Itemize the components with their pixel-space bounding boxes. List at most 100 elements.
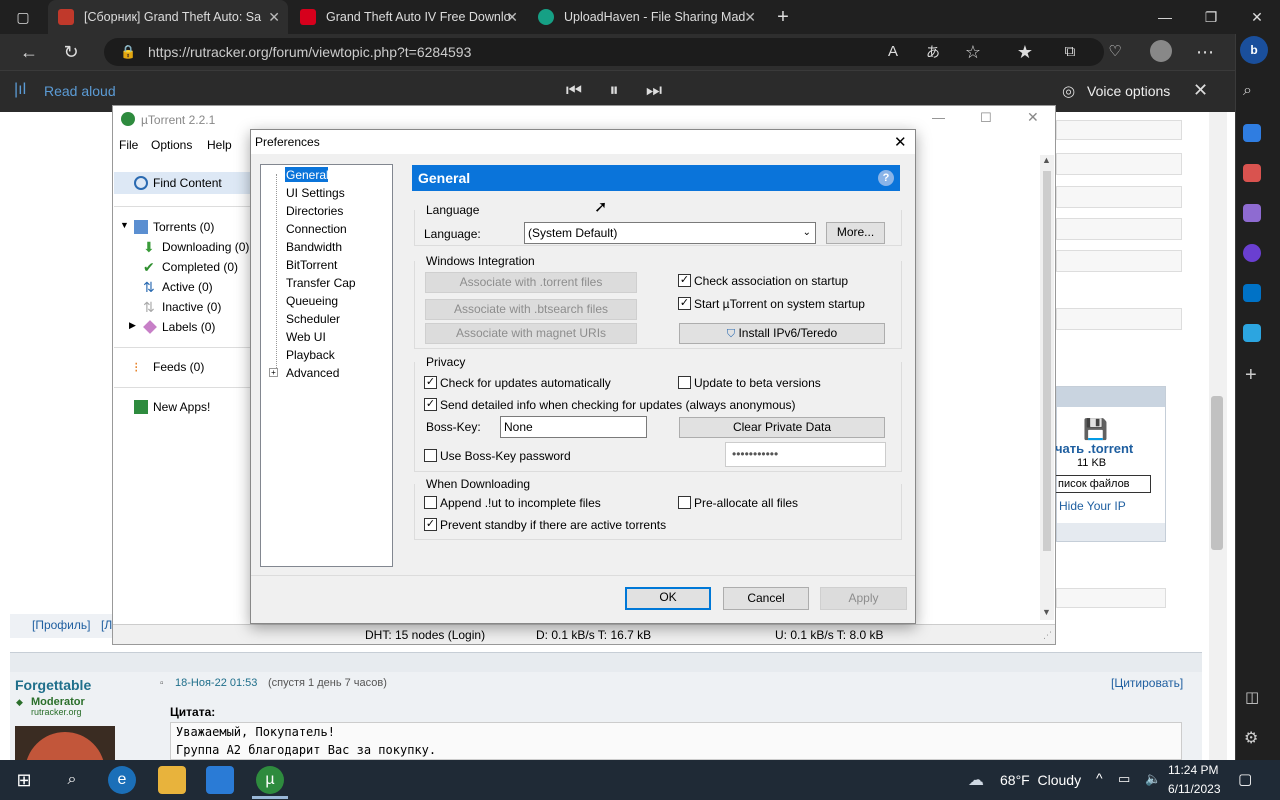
new-apps-item[interactable]: New Apps!	[134, 400, 210, 414]
inactive-item[interactable]: ⇅ Inactive (0)	[143, 300, 221, 314]
tree-scheduler[interactable]: Scheduler	[286, 311, 340, 327]
windows-start-icon[interactable]: ⊞	[10, 766, 38, 794]
beta-updates-checkbox[interactable]	[678, 376, 691, 389]
tree-bittorrent[interactable]: BitTorrent	[286, 257, 337, 273]
completed-item[interactable]: ✔ Completed (0)	[143, 260, 238, 274]
close-tab-icon[interactable]: ✕	[744, 9, 756, 26]
boss-key-password-input[interactable]: •••••••••••	[725, 442, 886, 467]
bing-icon[interactable]: b	[1240, 36, 1268, 64]
ut-maximize-icon[interactable]: ☐	[980, 110, 992, 126]
scrollbar-thumb[interactable]	[1211, 396, 1223, 550]
prevent-standby-checkbox[interactable]: ✓	[424, 518, 437, 531]
read-aloud-icon[interactable]: A	[878, 34, 908, 70]
active-item[interactable]: ⇅ Active (0)	[143, 280, 213, 294]
volume-icon[interactable]: 🔈	[1145, 771, 1161, 787]
post-username[interactable]: Forgettable	[15, 677, 91, 693]
pause-icon[interactable]: ⏸	[599, 72, 629, 108]
weather-text[interactable]: 68°F Cloudy	[1000, 772, 1081, 788]
close-window-icon[interactable]: ✕	[1242, 0, 1272, 34]
download-torrent-link[interactable]: чать .torrent	[1055, 441, 1133, 456]
restore-icon[interactable]: ❐	[1196, 0, 1226, 34]
taskbar-search-icon[interactable]: ⌕	[58, 766, 86, 794]
url-field[interactable]: 🔒 https://rutracker.org/forum/viewtopic.…	[104, 38, 1104, 66]
clock-date[interactable]: 6/11/2023	[1168, 782, 1221, 796]
apply-button[interactable]: Apply	[820, 587, 907, 610]
scroll-up-icon[interactable]: ▲	[1042, 155, 1051, 165]
close-tab-icon[interactable]: ✕	[506, 9, 518, 26]
boss-key-input[interactable]: None	[500, 416, 647, 438]
search-icon[interactable]: ⌕	[1243, 82, 1252, 100]
voice-options-icon[interactable]: ◎	[1062, 82, 1075, 100]
notification-icon[interactable]: ▢	[1238, 770, 1252, 788]
minimize-icon[interactable]: —	[1150, 0, 1180, 34]
tree-general[interactable]: General	[286, 167, 329, 183]
associate-torrent-button[interactable]: Associate with .torrent files	[425, 272, 637, 293]
downloading-item[interactable]: ⬇ Downloading (0)	[143, 240, 249, 254]
expand-torrents-icon[interactable]: ▼	[120, 220, 129, 230]
tree-playback[interactable]: Playback	[286, 347, 335, 363]
preallocate-checkbox[interactable]	[678, 496, 691, 509]
menu-file[interactable]: File	[119, 138, 138, 152]
pm-link[interactable]: [Л	[101, 618, 112, 632]
favorite-star-icon[interactable]: ☆	[958, 34, 988, 70]
performance-icon[interactable]: ♡	[1100, 34, 1130, 70]
previous-icon[interactable]: ⏮	[559, 72, 589, 108]
language-select[interactable]: (System Default) ⌄	[524, 222, 816, 244]
read-aloud-label[interactable]: Read aloud	[44, 83, 116, 99]
tree-bandwidth[interactable]: Bandwidth	[286, 239, 342, 255]
associate-btsearch-button[interactable]: Associate with .btsearch files	[425, 299, 637, 320]
post-date[interactable]: 18-Ноя-22 01:53	[175, 677, 257, 689]
feeds-item[interactable]: ⁝ Feeds (0)	[134, 360, 204, 374]
sidebar-panel-icon[interactable]: ◫	[1245, 688, 1259, 706]
voice-options-button[interactable]: Voice options	[1087, 83, 1170, 99]
more-languages-button[interactable]: More...	[826, 222, 885, 244]
page-scrollbar[interactable]	[1209, 112, 1227, 760]
append-lut-checkbox[interactable]	[424, 496, 437, 509]
expand-advanced-icon[interactable]: +	[269, 368, 278, 377]
close-tab-icon[interactable]: ✕	[268, 9, 280, 26]
tree-connection[interactable]: Connection	[286, 221, 347, 237]
close-read-aloud-icon[interactable]: ✕	[1193, 80, 1208, 101]
browser-tab-3[interactable]: UploadHaven - File Sharing Mad ✕	[528, 0, 764, 34]
tree-transfer-cap[interactable]: Transfer Cap	[286, 275, 356, 291]
shopping-icon[interactable]	[1243, 124, 1261, 142]
install-ipv6-button[interactable]: ⛉ Install IPv6/Teredo	[679, 323, 885, 344]
office-icon[interactable]	[1243, 244, 1261, 262]
profile-link[interactable]: [Профиль]	[32, 618, 90, 632]
expand-labels-icon[interactable]: ▶	[129, 320, 136, 331]
associate-magnet-button[interactable]: Associate with magnet URIs	[425, 323, 637, 344]
favorites-icon[interactable]: ★	[1010, 34, 1040, 70]
games-icon[interactable]	[1243, 204, 1261, 222]
cancel-button[interactable]: Cancel	[723, 587, 809, 610]
check-association-checkbox[interactable]: ✓	[678, 274, 691, 287]
ut-scrollbar-thumb[interactable]	[1043, 171, 1051, 551]
menu-options[interactable]: Options	[151, 138, 192, 152]
collections-icon[interactable]: ⧉	[1055, 34, 1085, 70]
resize-grip-icon[interactable]: ⋰	[1043, 630, 1052, 641]
clock-time[interactable]: 11:24 PM	[1168, 763, 1218, 777]
help-icon[interactable]: ?	[878, 170, 894, 186]
network-icon[interactable]: ▭	[1118, 771, 1130, 787]
boss-key-password-checkbox[interactable]	[424, 449, 437, 462]
more-menu-icon[interactable]: ⋯	[1190, 34, 1220, 70]
scroll-down-icon[interactable]: ▼	[1042, 607, 1051, 617]
tree-advanced[interactable]: Advanced	[286, 365, 339, 381]
tree-web-ui[interactable]: Web UI	[286, 329, 326, 345]
tray-chevron-up-icon[interactable]: ^	[1096, 770, 1103, 786]
ut-minimize-icon[interactable]: —	[932, 110, 945, 125]
tools-icon[interactable]	[1243, 164, 1261, 182]
check-updates-checkbox[interactable]: ✓	[424, 376, 437, 389]
find-content-item[interactable]: Find Content	[134, 176, 222, 190]
ut-close-icon[interactable]: ✕	[1027, 109, 1039, 126]
telegram-icon[interactable]	[1243, 324, 1261, 342]
add-sidebar-icon[interactable]: +	[1245, 364, 1257, 387]
ok-button[interactable]: OK	[625, 587, 711, 610]
browser-tab-1[interactable]: [Сборник] Grand Theft Auto: Sa ✕	[48, 0, 288, 34]
send-info-checkbox[interactable]: ✓	[424, 398, 437, 411]
hide-ip-link[interactable]: Hide Your IP	[1059, 499, 1126, 513]
edge-taskbar-icon[interactable]: e	[108, 766, 136, 794]
tree-directories[interactable]: Directories	[286, 203, 343, 219]
tab-actions-icon[interactable]: ▢	[8, 0, 38, 34]
quote-button[interactable]: [Цитировать]	[1111, 676, 1183, 690]
file-explorer-icon[interactable]	[158, 766, 186, 794]
